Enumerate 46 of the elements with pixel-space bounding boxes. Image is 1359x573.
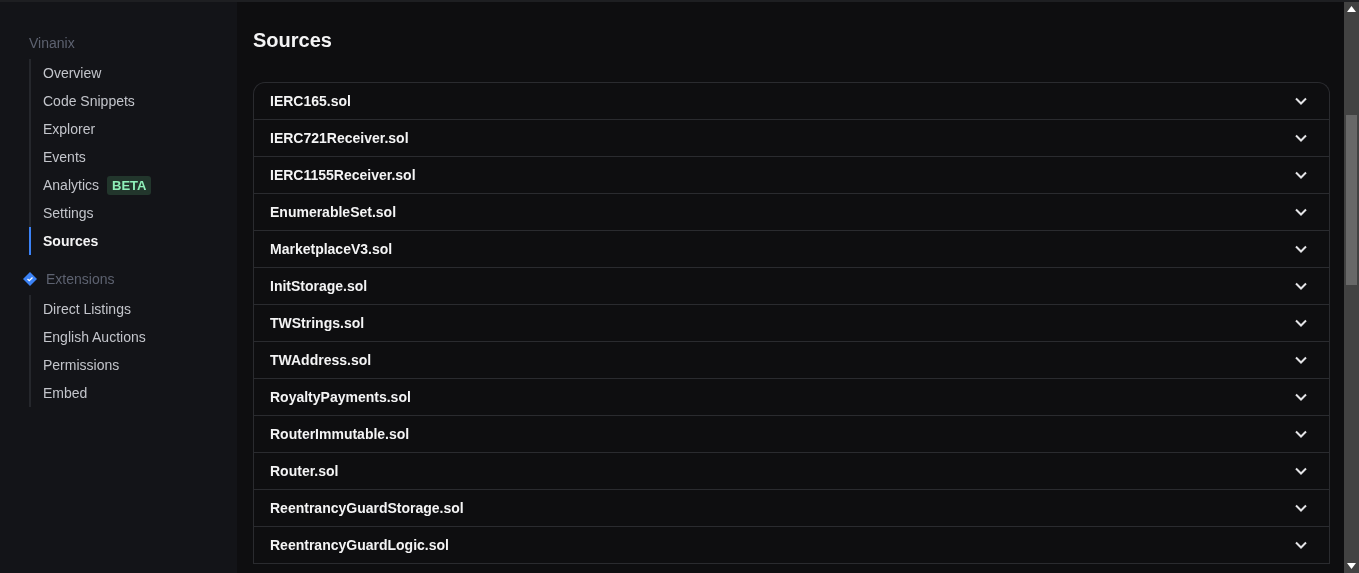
nav-item[interactable]: Explorer bbox=[29, 115, 237, 143]
source-file-row[interactable]: InitStorage.sol bbox=[254, 268, 1329, 305]
source-file-row[interactable]: RouterImmutable.sol bbox=[254, 416, 1329, 453]
source-file-row[interactable]: TWAddress.sol bbox=[254, 342, 1329, 379]
source-file-row[interactable]: ReentrancyGuardStorage.sol bbox=[254, 490, 1329, 527]
nav-item[interactable]: Code Snippets bbox=[29, 87, 237, 115]
chevron-icon bbox=[1295, 319, 1307, 327]
source-file-row[interactable]: RoyaltyPayments.sol bbox=[254, 379, 1329, 416]
source-file-row[interactable]: IERC721Receiver.sol bbox=[254, 120, 1329, 157]
scrollbar-thumb[interactable] bbox=[1346, 115, 1357, 285]
chevron-icon bbox=[1295, 393, 1307, 401]
chevron-icon bbox=[1295, 134, 1307, 142]
nav-item[interactable]: Overview bbox=[29, 59, 237, 87]
nav-item[interactable]: Analytics BETA bbox=[29, 171, 237, 199]
chevron-icon bbox=[1295, 356, 1307, 364]
chevron-icon bbox=[1295, 541, 1307, 549]
chevron-icon bbox=[1295, 430, 1307, 438]
nav-item[interactable]: Permissions bbox=[29, 351, 237, 379]
chevron-icon bbox=[1295, 467, 1307, 475]
chevron-icon bbox=[1295, 282, 1307, 290]
chevron-icon bbox=[1295, 504, 1307, 512]
source-file-row[interactable]: MarketplaceV3.sol bbox=[254, 231, 1329, 268]
scroll-down-icon[interactable] bbox=[1347, 563, 1356, 569]
source-file-row[interactable]: IERC1155Receiver.sol bbox=[254, 157, 1329, 194]
nav-item[interactable]: Events bbox=[29, 143, 237, 171]
nav-item[interactable]: Sources bbox=[29, 227, 237, 255]
scroll-up-icon[interactable] bbox=[1347, 6, 1356, 12]
nav-item[interactable]: Embed bbox=[29, 379, 237, 407]
page-title: Sources bbox=[253, 29, 333, 52]
scrollbar[interactable] bbox=[1344, 2, 1359, 573]
nav-item[interactable]: Direct Listings bbox=[29, 295, 237, 323]
chevron-icon bbox=[1295, 97, 1307, 105]
source-file-row[interactable]: TWStrings.sol bbox=[254, 305, 1329, 342]
group-title: Extensions bbox=[46, 271, 115, 287]
nav-item[interactable]: English Auctions bbox=[29, 323, 237, 351]
chevron-icon bbox=[1295, 208, 1307, 216]
source-file-row[interactable]: Router.sol bbox=[254, 453, 1329, 490]
beta-badge: BETA bbox=[107, 175, 152, 195]
group-title: Vinanix bbox=[29, 34, 76, 53]
nav-item[interactable]: Settings bbox=[29, 199, 237, 227]
source-file-row[interactable]: ReentrancyGuardLogic.sol bbox=[254, 527, 1329, 564]
nav-label: Analytics bbox=[43, 177, 100, 193]
chevron-icon bbox=[1295, 245, 1307, 253]
source-file-row[interactable]: EnumerableSet.sol bbox=[254, 194, 1329, 231]
chevron-icon bbox=[1295, 171, 1307, 179]
source-file-row[interactable]: IERC165.sol bbox=[254, 83, 1329, 120]
